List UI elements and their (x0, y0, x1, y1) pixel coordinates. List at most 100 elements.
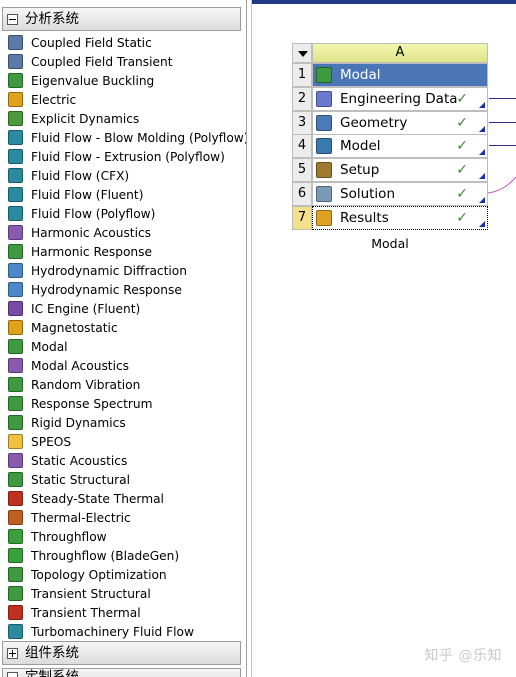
toolbox-item-label: Steady-State Thermal (31, 491, 164, 506)
group-component-systems[interactable]: 组件系统 (2, 641, 241, 665)
solution-icon (316, 186, 332, 202)
toolbox-item-label: Magnetostatic (31, 320, 118, 335)
toolbox-item[interactable]: Thermal-Electric (0, 508, 246, 527)
toolbox-item[interactable]: Turbomachinery Fluid Flow (0, 622, 246, 641)
toolbox-item[interactable]: SPEOS (0, 432, 246, 451)
system-caption[interactable]: Modal (292, 236, 488, 251)
cell-row-model[interactable]: 4 Model ✓ (292, 134, 488, 159)
row-number: 3 (292, 110, 312, 135)
toolbox-item[interactable]: Harmonic Response (0, 242, 246, 261)
row-number: 6 (292, 182, 312, 206)
toolbox-item-label: Harmonic Acoustics (31, 225, 152, 240)
structural-icon (8, 472, 23, 487)
toolbox-item[interactable]: Electric (0, 90, 246, 109)
toolbox-item-label: Hydrodynamic Diffraction (31, 263, 187, 278)
toolbox-item[interactable]: Coupled Field Transient (0, 52, 246, 71)
toolbox-item[interactable]: Modal Acoustics (0, 356, 246, 375)
cell-solution[interactable]: Solution ✓ (312, 182, 488, 206)
toolbox-item-label: Turbomachinery Fluid Flow (31, 624, 194, 639)
fluid-flow-icon (8, 130, 23, 145)
toolbox-item[interactable]: Fluid Flow - Blow Molding (Polyflow) (0, 128, 246, 147)
spectrum-icon (8, 396, 23, 411)
vibration-icon (8, 377, 23, 392)
rigid-dynamics-icon (8, 415, 23, 430)
toolbox-item[interactable]: Fluid Flow (Fluent) (0, 185, 246, 204)
connector-corner-icon[interactable] (479, 101, 485, 108)
toolbox-item[interactable]: Coupled Field Static (0, 33, 246, 52)
status-check-icon: ✓ (456, 209, 468, 226)
toolbox-item[interactable]: Static Structural (0, 470, 246, 489)
connector-corner-icon[interactable] (479, 173, 485, 180)
collapse-icon[interactable] (7, 13, 18, 25)
toolbox-item[interactable]: Hydrodynamic Diffraction (0, 261, 246, 280)
cell-modal[interactable]: Modal (312, 63, 488, 87)
group-components-label: 组件系统 (25, 645, 79, 661)
structural-icon (8, 586, 23, 601)
toolbox-item-label: Transient Thermal (31, 605, 141, 620)
system-menu-button[interactable] (292, 43, 312, 63)
toolbox-item[interactable]: Rigid Dynamics (0, 413, 246, 432)
cell-row-solution[interactable]: 6 Solution ✓ (292, 182, 488, 206)
link-line-model (489, 145, 516, 146)
cell-engineering-data[interactable]: Engineering Data ✓ (312, 86, 488, 111)
cell-row-geometry[interactable]: 3 Geometry ✓ (292, 110, 488, 135)
toolbox-item[interactable]: Topology Optimization (0, 565, 246, 584)
cell-row-modal[interactable]: 1 Modal (292, 63, 488, 87)
expand-icon[interactable] (7, 671, 18, 677)
thermal-icon (8, 491, 23, 506)
toolbox-item[interactable]: Random Vibration (0, 375, 246, 394)
toolbox-item[interactable]: Harmonic Acoustics (0, 223, 246, 242)
thermal-icon (8, 605, 23, 620)
connector-corner-icon[interactable] (479, 125, 485, 132)
cell-label: Model (340, 138, 381, 155)
connector-corner-icon[interactable] (479, 149, 485, 156)
status-check-icon: ✓ (456, 162, 468, 179)
toolbox-item[interactable]: Throughflow (BladeGen) (0, 546, 246, 565)
toolbox-item-label: Random Vibration (31, 377, 141, 392)
toolbox-item-label: Hydrodynamic Response (31, 282, 182, 297)
toolbox-item-label: Fluid Flow - Extrusion (Polyflow) (31, 149, 225, 164)
dropdown-arrow-icon[interactable] (298, 51, 308, 57)
toolbox-item[interactable]: Transient Structural (0, 584, 246, 603)
toolbox-item[interactable]: Magnetostatic (0, 318, 246, 337)
toolbox-item[interactable]: Throughflow (0, 527, 246, 546)
harmonic-icon (8, 244, 23, 259)
toolbox-item-label: Throughflow (31, 529, 107, 544)
throughflow-icon (8, 529, 23, 544)
analysis-system-list: Coupled Field Static Coupled Field Transi… (0, 33, 246, 641)
toolbox-item-label: Response Spectrum (31, 396, 153, 411)
cell-setup[interactable]: Setup ✓ (312, 158, 488, 183)
ic-engine-icon (8, 301, 23, 316)
toolbox-item[interactable]: Transient Thermal (0, 603, 246, 622)
group-custom-systems[interactable]: 定制系统 (2, 668, 241, 677)
magnet-icon (8, 320, 23, 335)
group-analysis-systems[interactable]: 分析系统 (2, 7, 241, 31)
toolbox-item[interactable]: IC Engine (Fluent) (0, 299, 246, 318)
hydrodynamic-icon (8, 282, 23, 297)
toolbox-item[interactable]: Explicit Dynamics (0, 109, 246, 128)
status-check-icon: ✓ (456, 90, 468, 107)
cell-model[interactable]: Model ✓ (312, 134, 488, 159)
toolbox-item-label: Fluid Flow - Blow Molding (Polyflow) (31, 130, 247, 145)
cell-geometry[interactable]: Geometry ✓ (312, 110, 488, 135)
fluid-flow-icon (8, 168, 23, 183)
cell-row-results[interactable]: 7 Results ✓ (292, 205, 488, 230)
toolbox-item[interactable]: Fluid Flow (CFX) (0, 166, 246, 185)
connector-corner-icon[interactable] (479, 197, 485, 203)
expand-icon[interactable] (7, 647, 18, 659)
toolbox-item[interactable]: Hydrodynamic Response (0, 280, 246, 299)
toolbox-item[interactable]: Response Spectrum (0, 394, 246, 413)
toolbox-item-label: Transient Structural (31, 586, 151, 601)
toolbox-item[interactable]: Fluid Flow (Polyflow) (0, 204, 246, 223)
toolbox-item[interactable]: Steady-State Thermal (0, 489, 246, 508)
row-number: 7 (292, 205, 312, 230)
toolbox-item[interactable]: Modal (0, 337, 246, 356)
toolbox-item[interactable]: Fluid Flow - Extrusion (Polyflow) (0, 147, 246, 166)
cell-row-setup[interactable]: 5 Setup ✓ (292, 158, 488, 183)
cell-results[interactable]: Results ✓ (312, 205, 488, 230)
toolbox-item[interactable]: Eigenvalue Buckling (0, 71, 246, 90)
toolbox-item[interactable]: Static Acoustics (0, 451, 246, 470)
connector-corner-icon[interactable] (479, 220, 485, 227)
cell-label: Solution (340, 186, 395, 202)
cell-row-engineering-data[interactable]: 2 Engineering Data ✓ (292, 86, 488, 111)
